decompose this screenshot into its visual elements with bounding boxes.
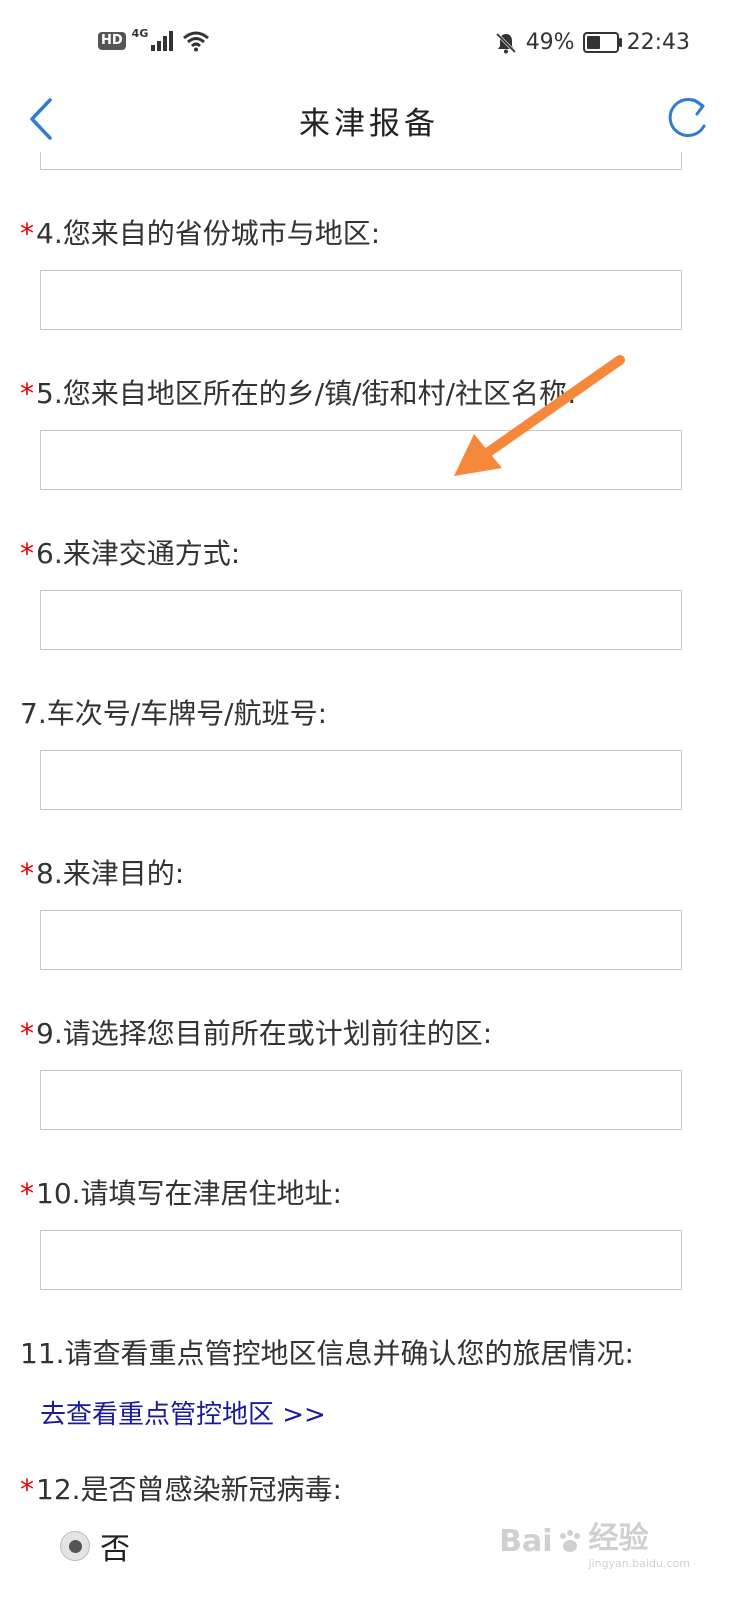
required-mark: * — [20, 1177, 34, 1210]
radio-selected-dot — [68, 1539, 82, 1553]
hd-badge: HD — [98, 32, 126, 50]
question-6-text: 6.来津交通方式: — [36, 537, 241, 570]
question-10-label: *10.请填写在津居住地址: — [20, 1172, 342, 1212]
status-right: 49% 22:43 — [494, 30, 690, 55]
previous-field-input[interactable] — [40, 152, 682, 170]
question-9-text: 9.请选择您目前所在或计划前往的区: — [36, 1017, 493, 1050]
battery-percent: 49% — [525, 30, 575, 55]
radio-label-no: 否 — [100, 1532, 130, 1567]
question-11-text: 11.请查看重点管控地区信息并确认您的旅居情况: — [20, 1337, 634, 1370]
origin-region-input[interactable] — [40, 270, 682, 330]
signal-icon — [151, 31, 174, 51]
status-left: HD 4G — [98, 26, 210, 52]
bell-muted-icon — [495, 32, 516, 53]
question-5-text: 5.您来自地区所在的乡/镇/街和村/社区名称: — [36, 377, 577, 410]
view-controlled-areas-link[interactable]: 去查看重点管控地区 >> — [40, 1394, 326, 1431]
status-bar: HD 4G 49% 22:43 — [0, 0, 738, 90]
question-4-label: *4.您来自的省份城市与地区: — [20, 212, 380, 252]
question-9-label: *9.请选择您目前所在或计划前往的区: — [20, 1012, 492, 1052]
required-mark: * — [20, 537, 34, 570]
watermark-brand2-text: 经验 — [588, 1521, 649, 1556]
question-8-text: 8.来津目的: — [36, 857, 185, 890]
battery-icon — [582, 32, 622, 53]
question-5-label: *5.您来自地区所在的乡/镇/街和村/社区名称: — [20, 372, 576, 412]
question-6-label: *6.来津交通方式: — [20, 532, 240, 572]
required-mark: * — [20, 857, 34, 890]
nav-bar: 来津报备 — [0, 90, 738, 152]
paw-icon — [560, 1529, 581, 1552]
question-11-label: 11.请查看重点管控地区信息并确认您的旅居情况: — [20, 1332, 634, 1372]
district-select[interactable] — [40, 1070, 682, 1130]
watermark-brand2: 经验 jingyan.baidu.com — [588, 1513, 690, 1570]
clock: 22:43 — [626, 30, 690, 55]
residence-address-input[interactable] — [40, 1230, 682, 1290]
question-12-label: *12.是否曾感染新冠病毒: — [20, 1468, 342, 1508]
page-title: 来津报备 — [299, 106, 439, 142]
watermark-url: jingyan.baidu.com — [588, 1557, 690, 1570]
required-mark: * — [20, 377, 34, 410]
transport-mode-input[interactable] — [40, 590, 682, 650]
watermark-brand: Bai — [499, 1524, 553, 1559]
radio-option-no[interactable]: 否 — [60, 1524, 130, 1568]
required-mark: * — [20, 1017, 34, 1050]
watermark: Bai 经验 jingyan.baidu.com — [499, 1513, 690, 1570]
question-12-text: 12.是否曾感染新冠病毒: — [36, 1473, 342, 1506]
question-10-text: 10.请填写在津居住地址: — [36, 1177, 342, 1210]
question-4-text: 4.您来自的省份城市与地区: — [36, 217, 381, 250]
visit-purpose-input[interactable] — [40, 910, 682, 970]
vehicle-number-input[interactable] — [40, 750, 682, 810]
battery-level — [586, 36, 601, 49]
required-mark: * — [20, 1473, 34, 1506]
required-mark: * — [20, 217, 34, 250]
question-7-text: 7.车次号/车牌号/航班号: — [20, 697, 328, 730]
radio-button[interactable] — [60, 1531, 90, 1561]
question-8-label: *8.来津目的: — [20, 852, 184, 892]
origin-community-input[interactable] — [40, 430, 682, 490]
wifi-icon — [183, 31, 210, 52]
question-7-label: 7.车次号/车牌号/航班号: — [20, 692, 327, 732]
network-type: 4G — [131, 26, 149, 40]
refresh-icon[interactable] — [664, 94, 712, 144]
